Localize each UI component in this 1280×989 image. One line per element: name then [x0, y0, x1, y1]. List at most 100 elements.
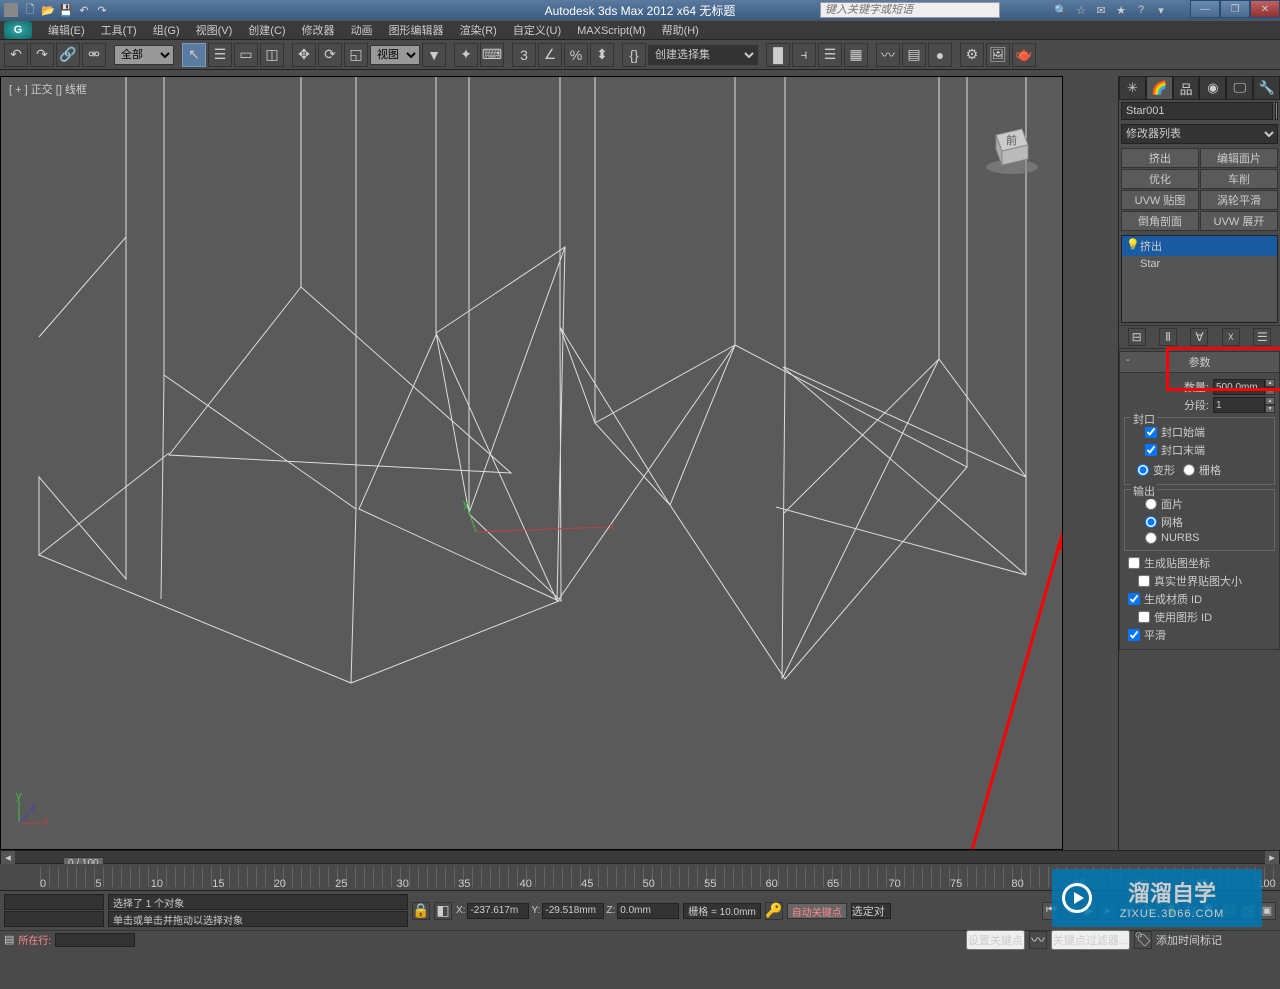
menu-item[interactable]: 动画 — [343, 23, 381, 39]
render-button[interactable]: 🫖 — [1012, 43, 1036, 67]
use-shapeid-checkbox[interactable] — [1138, 611, 1150, 623]
motion-tab[interactable]: ◉ — [1199, 76, 1226, 100]
utilities-tab[interactable]: 🔧 — [1253, 76, 1280, 100]
move-button[interactable]: ✥ — [292, 43, 316, 67]
listener-icon[interactable]: ▤ — [4, 933, 14, 946]
mirror-button[interactable]: ▐▌ — [766, 43, 790, 67]
align-button[interactable]: ⫞ — [792, 43, 816, 67]
morph-radio[interactable] — [1137, 464, 1149, 476]
amount-input[interactable] — [1213, 379, 1265, 395]
output-nurbs-radio[interactable] — [1145, 532, 1157, 544]
amount-up-button[interactable]: ▴ — [1265, 379, 1275, 387]
menu-item[interactable]: 图形编辑器 — [381, 23, 452, 39]
undo-button[interactable]: ↶ — [4, 43, 28, 67]
open-icon[interactable]: 📂 — [40, 2, 56, 18]
angle-snap-button[interactable]: ∠ — [538, 43, 562, 67]
unlink-button[interactable]: ⚮ — [82, 43, 106, 67]
viewport[interactable]: [ + ] 正交 [] 线框 x y 前 x y z — [0, 76, 1063, 850]
menu-item[interactable]: 渲染(R) — [452, 23, 505, 39]
key-mode-button[interactable]: 🔑 — [765, 902, 783, 920]
schematic-button[interactable]: ▤ — [902, 43, 926, 67]
pivot-button[interactable]: ▼ — [422, 43, 446, 67]
grid-radio[interactable] — [1183, 464, 1195, 476]
segments-up-button[interactable]: ▴ — [1265, 397, 1275, 405]
unique-button[interactable]: ∀ — [1190, 328, 1208, 346]
segments-down-button[interactable]: ▾ — [1265, 405, 1275, 413]
graphite-button[interactable]: ▦ — [844, 43, 868, 67]
ref-coord-dropdown[interactable]: 视图 — [370, 45, 420, 65]
add-time-tag[interactable]: 添加时间标记 — [1156, 932, 1276, 948]
menu-item[interactable]: 创建(C) — [240, 23, 293, 39]
modifier-item-star[interactable]: Star — [1122, 256, 1277, 272]
rollout-parameters-header[interactable]: 参数 — [1119, 351, 1280, 373]
remove-mod-button[interactable]: ☓ — [1222, 328, 1240, 346]
menu-item[interactable]: 自定义(U) — [505, 23, 569, 39]
menu-item[interactable]: 修改器 — [294, 23, 343, 39]
scale-button[interactable]: ◱ — [344, 43, 368, 67]
select-button[interactable]: ↖ — [182, 43, 206, 67]
timeslider-right-button[interactable]: ▸ — [1265, 851, 1279, 864]
search-input[interactable] — [820, 2, 1000, 18]
keyboard-shortcuts-button[interactable]: ⌨ — [480, 43, 504, 67]
menu-item[interactable]: 组(G) — [145, 23, 188, 39]
modifier-stack[interactable]: 💡挤出 Star — [1121, 235, 1278, 323]
rect-region-button[interactable]: ▭ — [234, 43, 258, 67]
real-world-checkbox[interactable] — [1138, 575, 1150, 587]
timeslider-left-button[interactable]: ◂ — [1, 851, 15, 864]
modifier-button[interactable]: 倒角剖面 — [1121, 211, 1199, 231]
curve-editor-button[interactable]: 〰 — [876, 43, 900, 67]
create-tab[interactable]: ✳ — [1119, 76, 1146, 100]
mini-listener-input[interactable] — [55, 933, 135, 947]
layers-button[interactable]: ☰ — [818, 43, 842, 67]
new-icon[interactable]: 🗋 — [22, 2, 38, 18]
select-name-button[interactable]: ☰ — [208, 43, 232, 67]
selection-lock-area[interactable] — [4, 894, 104, 910]
modifier-button[interactable]: 编辑面片 — [1200, 148, 1278, 168]
object-color-swatch[interactable] — [1275, 102, 1278, 120]
modify-tab[interactable]: 🌈 — [1146, 76, 1173, 100]
menu-item[interactable]: 视图(V) — [188, 23, 241, 39]
snap-3d-button[interactable]: 3 — [512, 43, 536, 67]
render-setup-button[interactable]: ⚙ — [960, 43, 984, 67]
setkey-button[interactable]: 设置关键点 — [966, 930, 1025, 950]
bulb-icon[interactable]: 💡 — [1126, 238, 1140, 251]
save-icon[interactable]: 💾 — [58, 2, 74, 18]
output-patch-radio[interactable] — [1145, 498, 1157, 510]
menu-item[interactable]: MAXScript(M) — [569, 23, 653, 39]
material-editor-button[interactable]: ● — [928, 43, 952, 67]
keyfilter-button[interactable]: 关键点过滤器... — [1051, 930, 1130, 950]
selection-filter-dropdown[interactable]: 全部 — [114, 45, 174, 65]
named-selset-dropdown[interactable]: 创建选择集 — [648, 45, 758, 65]
modifier-button[interactable]: 优化 — [1121, 169, 1199, 189]
modifier-button[interactable]: 车削 — [1200, 169, 1278, 189]
amount-down-button[interactable]: ▾ — [1265, 387, 1275, 395]
segments-input[interactable] — [1213, 397, 1265, 413]
redo-button[interactable]: ↷ — [30, 43, 54, 67]
keyfilter-icon[interactable]: 〰 — [1029, 931, 1047, 949]
lock-selection-button[interactable]: 🔒 — [412, 902, 430, 920]
maximize-button[interactable]: ❐ — [1220, 0, 1250, 18]
cap-start-checkbox[interactable] — [1145, 426, 1157, 438]
modifier-button[interactable]: 涡轮平滑 — [1200, 190, 1278, 210]
time-slider[interactable]: ◂ 0 / 100 ▸ — [0, 850, 1280, 864]
output-mesh-radio[interactable] — [1145, 516, 1157, 528]
subscription-icon[interactable]: ☆ — [1072, 2, 1090, 18]
menu-item[interactable]: 工具(T) — [93, 23, 145, 39]
modifier-button[interactable]: UVW 展开 — [1200, 211, 1278, 231]
display-tab[interactable]: 🖵 — [1226, 76, 1253, 100]
exchange-icon[interactable]: ✉ — [1092, 2, 1110, 18]
keyfilter-selset[interactable] — [851, 903, 891, 919]
link-button[interactable]: 🔗 — [56, 43, 80, 67]
modifier-list-dropdown[interactable]: 修改器列表 — [1121, 124, 1278, 144]
manipulate-button[interactable]: ✦ — [454, 43, 478, 67]
favorites-icon[interactable]: ★ — [1112, 2, 1130, 18]
menu-item[interactable]: 编辑(E) — [40, 23, 93, 39]
y-input[interactable] — [542, 903, 604, 919]
rotate-button[interactable]: ⟳ — [318, 43, 342, 67]
autokey-button[interactable]: 自动关键点 — [787, 903, 847, 919]
percent-snap-button[interactable]: % — [564, 43, 588, 67]
close-button[interactable]: ✕ — [1250, 0, 1280, 18]
spinner-snap-button[interactable]: ⬍ — [590, 43, 614, 67]
z-input[interactable] — [617, 903, 679, 919]
configure-button[interactable]: ☰ — [1253, 328, 1271, 346]
